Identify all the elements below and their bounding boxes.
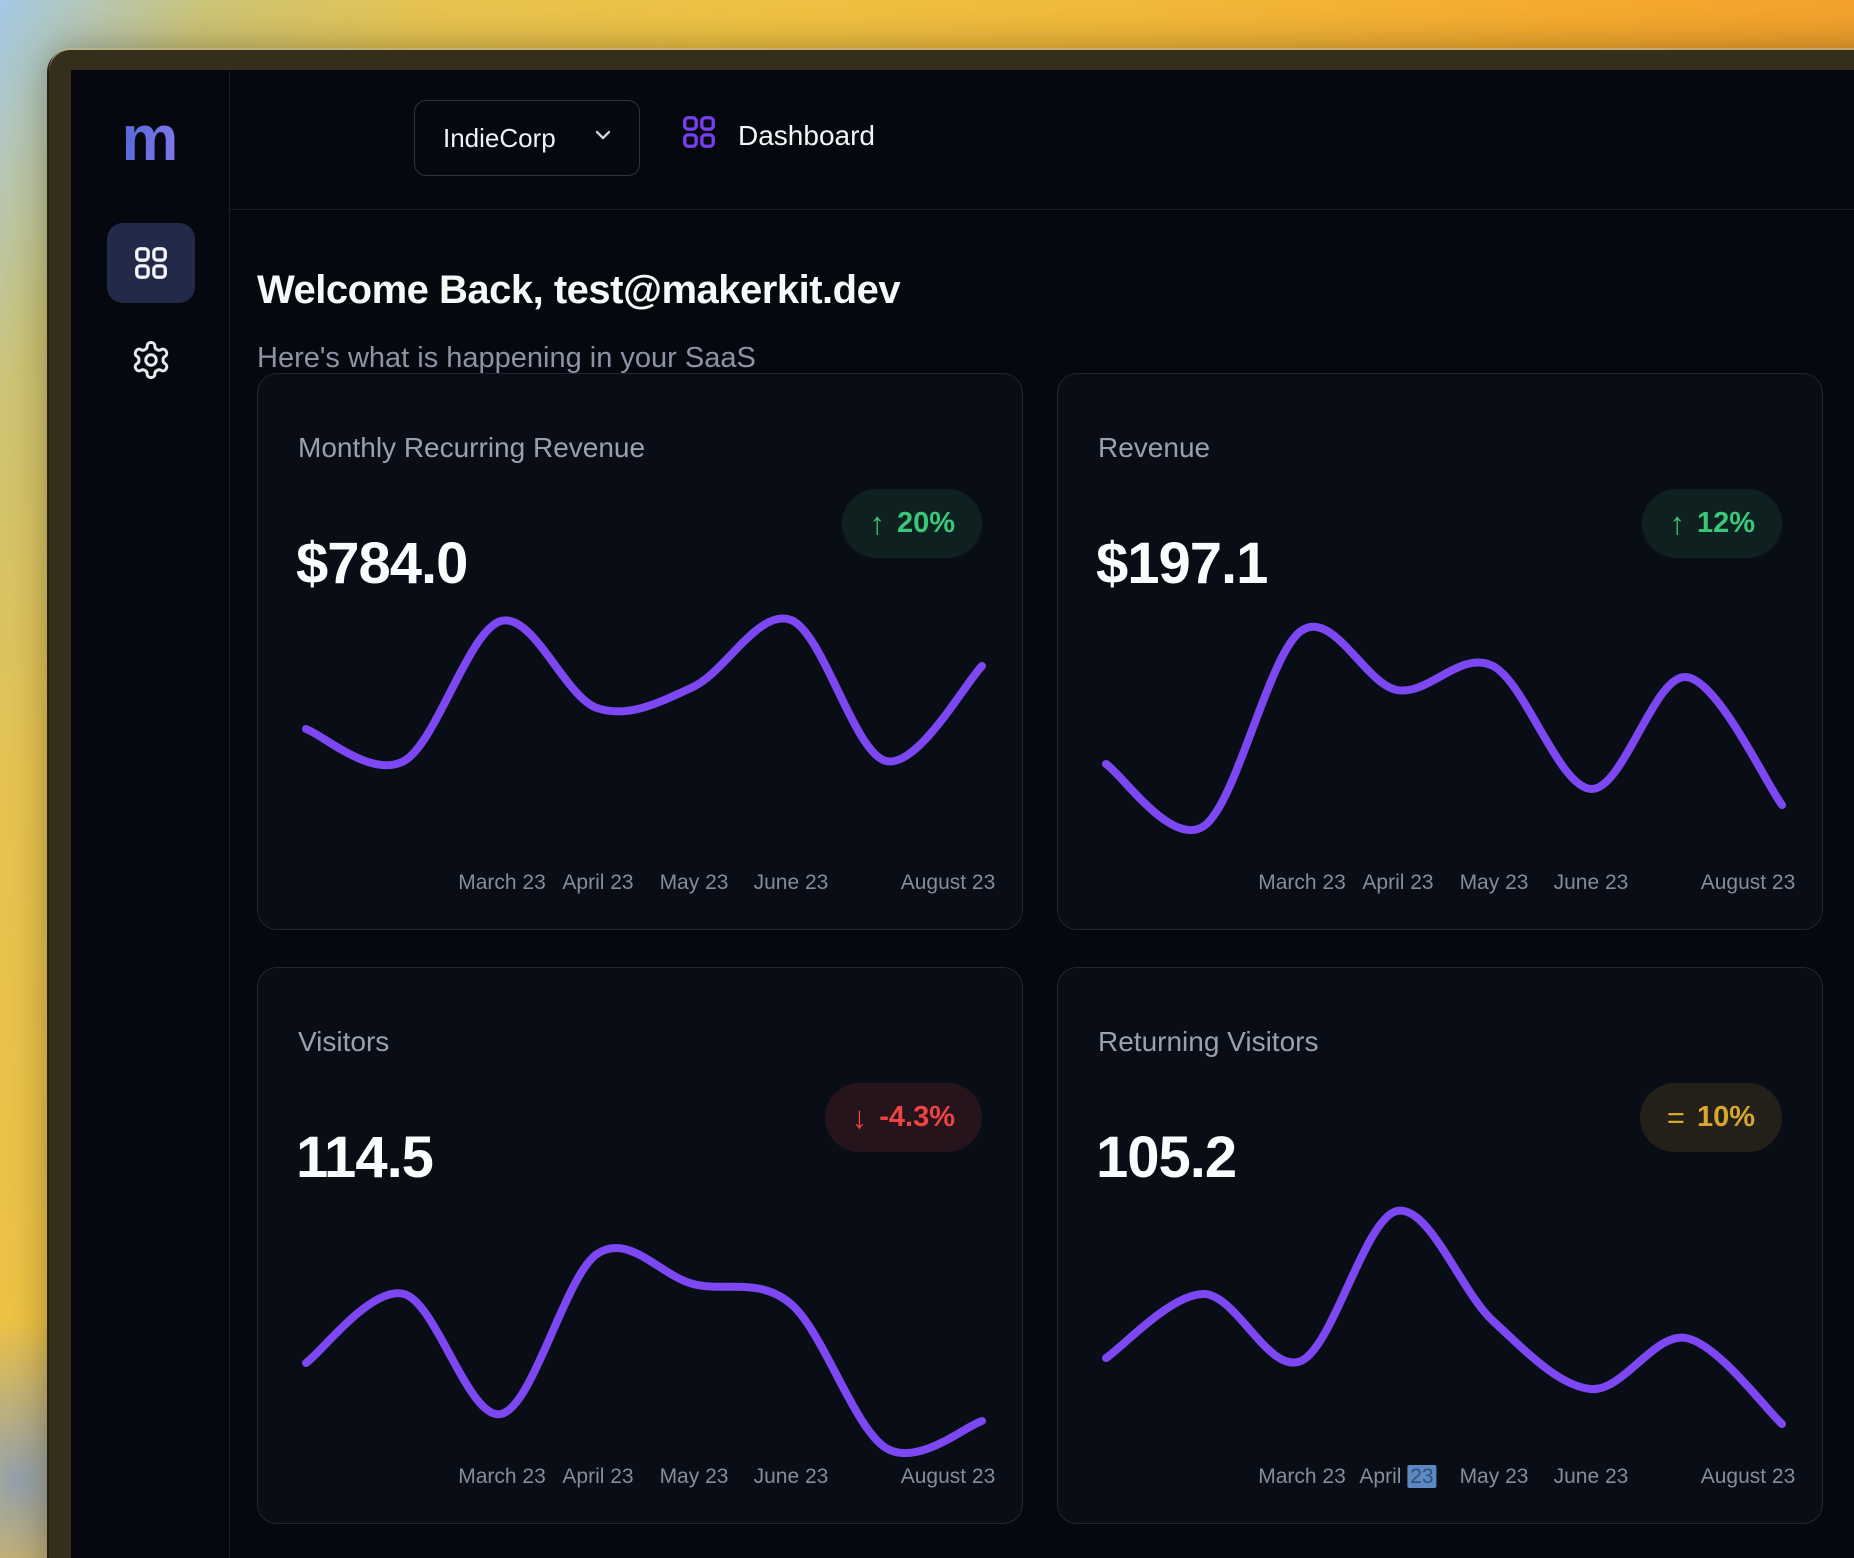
x-axis-tick: March 23: [1258, 1465, 1346, 1489]
chart-line: [1106, 1211, 1782, 1424]
stat-card: Visitors 114.5 ↓ -4.3% March 23April 23M…: [257, 967, 1023, 1524]
x-axis-tick: August 23: [1701, 871, 1796, 895]
line-chart: [258, 374, 1023, 930]
app-window: m: [49, 50, 1854, 1558]
chart-line: [1106, 627, 1782, 830]
team-selector-button[interactable]: IndieCorp: [414, 100, 640, 176]
grid-icon: [132, 244, 170, 282]
line-chart: [1058, 374, 1823, 930]
x-axis-tick: August 23: [1701, 1465, 1796, 1489]
gear-icon: [130, 339, 172, 381]
sidebar-item-settings[interactable]: [107, 320, 195, 400]
chart-line: [306, 1248, 982, 1453]
stat-card: Monthly Recurring Revenue $784.0 ↑ 20% M…: [257, 373, 1023, 930]
sidebar-item-dashboard[interactable]: [107, 223, 195, 303]
desktop-wallpaper: m: [0, 0, 1854, 1558]
x-axis-labels: March 23 April 23 May 23 June 23 August 23: [1058, 1465, 1823, 1495]
x-axis-tick: May 23: [660, 1465, 729, 1489]
app-content: m: [71, 70, 1854, 1558]
x-axis-tick: May 23: [660, 871, 729, 895]
x-axis-tick: August 23: [901, 871, 996, 895]
topbar: IndieCorp Dashboard: [230, 70, 1854, 210]
stat-card: Returning Visitors 105.2 = 10% March 23A…: [1057, 967, 1823, 1524]
x-axis-tick: March 23: [458, 871, 546, 895]
x-axis-tick: April 23: [562, 871, 633, 895]
x-axis-tick: March 23: [1258, 871, 1346, 895]
app-logo[interactable]: m: [71, 106, 229, 170]
x-axis-tick: August 23: [901, 1465, 996, 1489]
x-axis-labels: March 23 April 23 May 23 June 23 August 23: [258, 1465, 1023, 1495]
x-axis-tick: June 23: [754, 871, 829, 895]
welcome-subtitle: Here's what is happening in your SaaS: [257, 342, 756, 375]
sidebar: m: [71, 70, 230, 1558]
chevron-down-icon: [591, 123, 615, 154]
x-axis-tick: June 23: [1554, 1465, 1629, 1489]
x-axis-tick: March 23: [458, 1465, 546, 1489]
dashboard-grid-icon: [680, 113, 718, 156]
x-axis-tick: April 23: [1359, 1465, 1436, 1489]
selected-text: 23: [1407, 1465, 1436, 1488]
x-axis-labels: March 23 April 23 May 23 June 23 August 23: [258, 871, 1023, 901]
x-axis-tick: April 23: [562, 1465, 633, 1489]
chart-line: [306, 618, 982, 765]
x-axis-tick: May 23: [1460, 871, 1529, 895]
welcome-heading: Welcome Back, test@makerkit.dev: [257, 268, 900, 313]
x-axis-tick: June 23: [754, 1465, 829, 1489]
stat-card: Revenue $197.1 ↑ 12% March 23April 23May…: [1057, 373, 1823, 930]
x-axis-labels: March 23 April 23 May 23 June 23 August 23: [1058, 871, 1823, 901]
x-axis-tick: May 23: [1460, 1465, 1529, 1489]
page-title: Dashboard: [738, 120, 875, 152]
line-chart: [1058, 968, 1823, 1524]
x-axis-tick: April 23: [1362, 871, 1433, 895]
stats-grid: Monthly Recurring Revenue $784.0 ↑ 20% M…: [257, 373, 1823, 1524]
team-selector-label: IndieCorp: [443, 123, 556, 154]
x-axis-tick: June 23: [1554, 871, 1629, 895]
line-chart: [258, 968, 1023, 1524]
